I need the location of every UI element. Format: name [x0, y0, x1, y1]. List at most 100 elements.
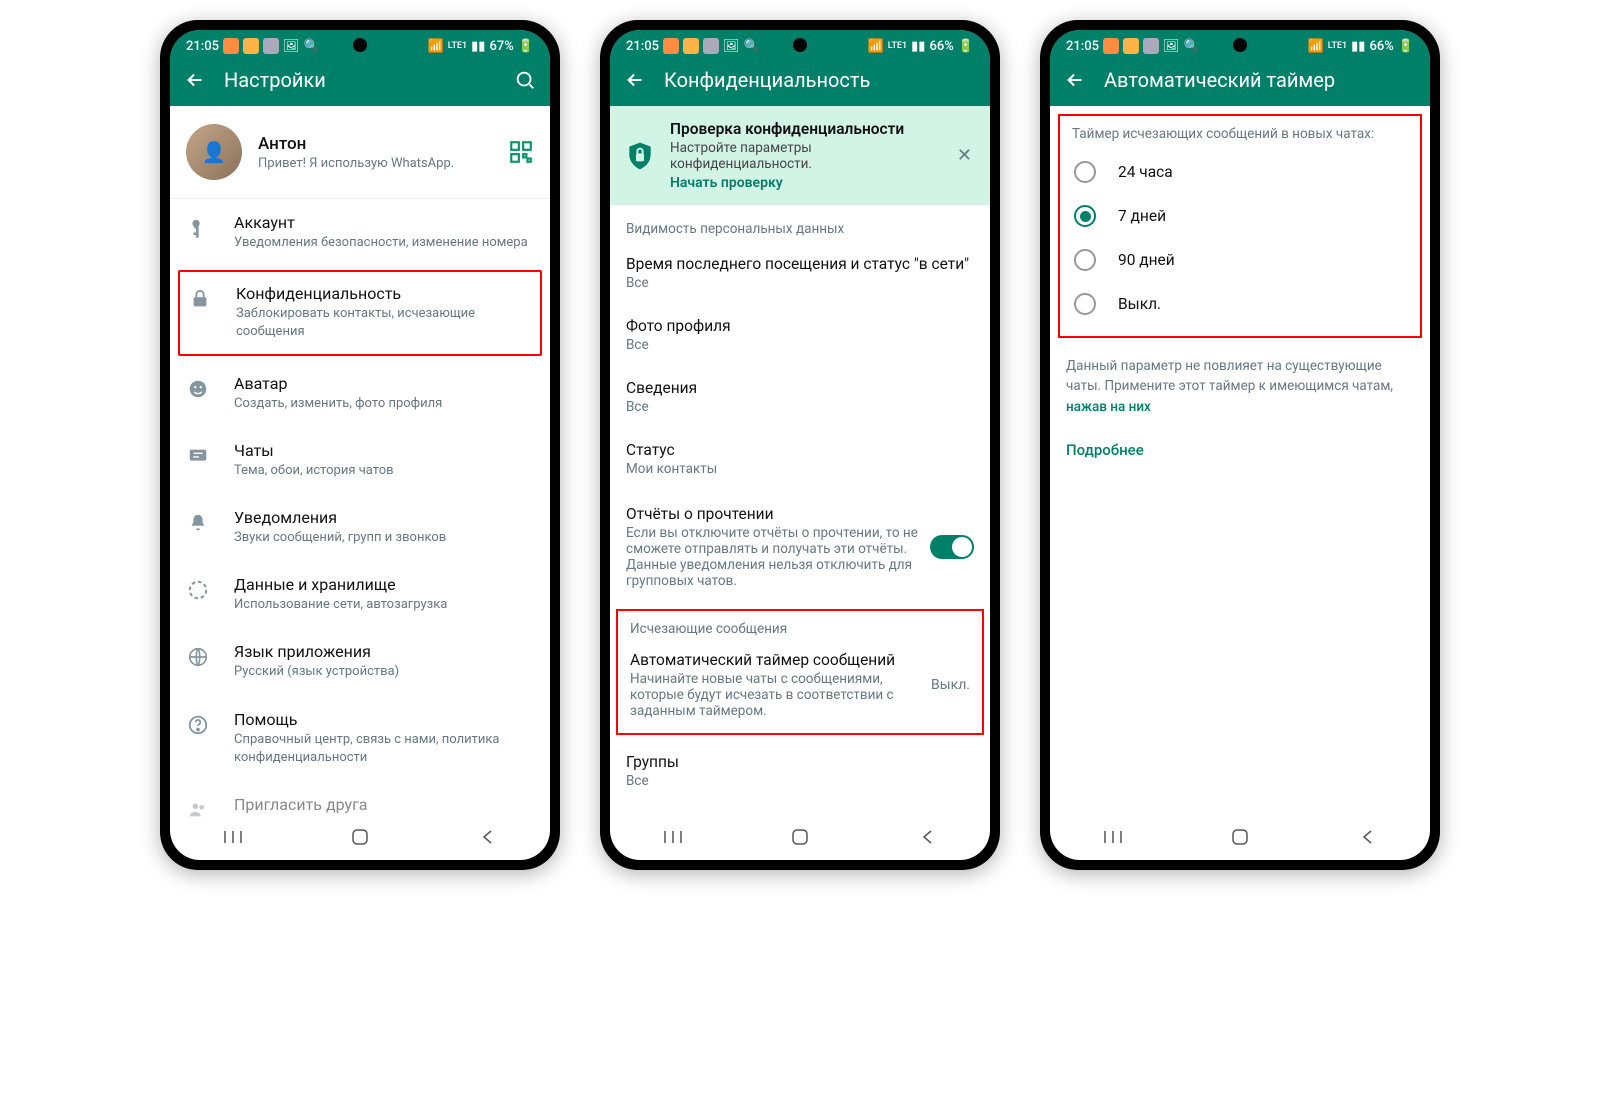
status-icon-3 — [1143, 38, 1159, 54]
banner-action[interactable]: Начать проверку — [670, 175, 939, 191]
people-icon — [186, 799, 210, 818]
avatar[interactable]: 👤 — [186, 124, 242, 180]
pref-about[interactable]: Сведения Все — [610, 367, 990, 429]
close-button[interactable]: ✕ — [953, 141, 976, 170]
status-icon-1 — [663, 38, 679, 54]
item-sub: Заблокировать контакты, исчезающие сообщ… — [236, 305, 532, 341]
back-button[interactable] — [624, 69, 646, 91]
chat-icon — [186, 445, 210, 467]
wifi-icon: 📶 — [428, 39, 444, 54]
pref-title: Группы — [626, 753, 974, 771]
item-notifications[interactable]: Уведомления Звуки сообщений, групп и зво… — [170, 494, 550, 561]
item-title: Помощь — [234, 710, 534, 729]
item-sub: Создать, изменить, фото профиля — [234, 395, 534, 413]
nav-recents[interactable] — [653, 829, 693, 845]
nav-recents[interactable] — [213, 829, 253, 845]
radio-90d[interactable]: 90 дней — [1066, 238, 1414, 282]
navbar — [1050, 818, 1430, 860]
nav-back[interactable] — [467, 828, 507, 846]
radio-label: 24 часа — [1118, 163, 1173, 181]
radio-7d[interactable]: 7 дней — [1066, 194, 1414, 238]
radio-icon[interactable] — [1074, 161, 1096, 183]
pref-readreceipts[interactable]: Отчёты о прочтении Если вы отключите отч… — [610, 491, 990, 603]
content[interactable]: Проверка конфиденциальности Настройте па… — [610, 106, 990, 818]
screen-privacy: 21:05 🖼 🔍 📶 LTE1 ▮▮ 66% 🔋 Конфиденциальн… — [610, 30, 990, 860]
content[interactable]: 👤 Антон Привет! Я использую WhatsApp. Ак… — [170, 106, 550, 818]
battery-pct: 67% — [489, 39, 513, 54]
profile-status: Привет! Я использую WhatsApp. — [258, 156, 492, 171]
pref-lastseen[interactable]: Время последнего посещения и статус "в с… — [610, 243, 990, 305]
nav-home[interactable] — [780, 828, 820, 846]
nav-home[interactable] — [340, 828, 380, 846]
section-disappearing: Исчезающие сообщения — [618, 611, 982, 641]
nav-back[interactable] — [907, 828, 947, 846]
pref-groups[interactable]: Группы Все — [610, 741, 990, 803]
item-sub: Русский (язык устройства) — [234, 663, 534, 681]
pref-title: Автоматический таймер сообщений — [630, 651, 919, 669]
back-button[interactable] — [184, 69, 206, 91]
radio-icon[interactable] — [1074, 205, 1096, 227]
item-avatar[interactable]: Аватар Создать, изменить, фото профиля — [170, 360, 550, 427]
back-button[interactable] — [1064, 69, 1086, 91]
phone-timer: 21:05 🖼 🔍 📶 LTE1 ▮▮ 66% 🔋 Автоматический… — [1040, 20, 1440, 870]
banner-sub: Настройте параметры конфиденциальности. — [670, 140, 939, 172]
section-visibility: Видимость персональных данных — [610, 205, 990, 243]
highlight-timer-options: Таймер исчезающих сообщений в новых чата… — [1058, 114, 1422, 338]
pref-title: Фото профиля — [626, 317, 974, 335]
radio-icon[interactable] — [1074, 293, 1096, 315]
item-storage[interactable]: Данные и хранилище Использование сети, а… — [170, 561, 550, 628]
pref-sub: Начинайте новые чаты с сообщениями, кото… — [630, 671, 919, 719]
profile-row[interactable]: 👤 Антон Привет! Я использую WhatsApp. — [170, 106, 550, 199]
shield-lock-icon — [624, 140, 656, 172]
key-icon — [186, 217, 210, 239]
page-title: Конфиденциальность — [664, 68, 976, 92]
status-icon-search: 🔍 — [1184, 39, 1200, 54]
item-account[interactable]: Аккаунт Уведомления безопасности, измене… — [170, 199, 550, 266]
lock-icon — [188, 288, 212, 310]
item-sub: Тема, обои, история чатов — [234, 462, 534, 480]
learn-more-link[interactable]: Подробнее — [1050, 427, 1430, 473]
bell-icon — [186, 512, 210, 534]
item-help[interactable]: Помощь Справочный центр, связь с нами, п… — [170, 696, 550, 781]
privacy-check-banner[interactable]: Проверка конфиденциальности Настройте па… — [610, 106, 990, 205]
radio-label: 90 дней — [1118, 251, 1175, 269]
battery-icon: 🔋 — [1398, 39, 1414, 54]
battery-pct: 66% — [929, 39, 953, 54]
nav-home[interactable] — [1220, 828, 1260, 846]
radio-label: 7 дней — [1118, 207, 1166, 225]
signal-icon: ▮▮ — [1351, 39, 1365, 54]
radio-off[interactable]: Выкл. — [1066, 282, 1414, 326]
radio-label: Выкл. — [1118, 295, 1161, 313]
pref-title: Статус — [626, 441, 974, 459]
item-language[interactable]: Язык приложения Русский (язык устройства… — [170, 628, 550, 695]
radio-24h[interactable]: 24 часа — [1066, 150, 1414, 194]
item-invite[interactable]: Пригласить друга — [170, 781, 550, 818]
status-icon-image: 🖼 — [1163, 39, 1180, 54]
help-icon — [186, 714, 210, 736]
readreceipts-toggle[interactable] — [930, 535, 974, 559]
content[interactable]: Таймер исчезающих сообщений в новых чата… — [1050, 106, 1430, 818]
pref-autotimer[interactable]: Автоматический таймер сообщений Начинайт… — [618, 641, 982, 729]
status-icon-3 — [703, 38, 719, 54]
banner-title: Проверка конфиденциальности — [670, 120, 939, 138]
pref-status[interactable]: Статус Мои контакты — [610, 429, 990, 491]
item-title: Язык приложения — [234, 642, 534, 661]
status-icon-2 — [1123, 38, 1139, 54]
search-button[interactable] — [514, 69, 536, 91]
nav-back[interactable] — [1347, 828, 1387, 846]
radio-icon[interactable] — [1074, 249, 1096, 271]
camera-hole — [1233, 38, 1247, 52]
pref-value: Все — [626, 337, 974, 353]
timer-note: Данный параметр не повлияет на существую… — [1050, 346, 1430, 427]
item-chats[interactable]: Чаты Тема, обои, история чатов — [170, 427, 550, 494]
profile-name: Антон — [258, 134, 492, 154]
pref-photo[interactable]: Фото профиля Все — [610, 305, 990, 367]
item-privacy[interactable]: Конфиденциальность Заблокировать контакт… — [180, 272, 540, 353]
wifi-icon: 📶 — [868, 39, 884, 54]
item-title: Конфиденциальность — [236, 284, 532, 303]
qr-button[interactable] — [508, 139, 534, 165]
appbar: Конфиденциальность — [610, 58, 990, 106]
nav-recents[interactable] — [1093, 829, 1133, 845]
item-sub: Звуки сообщений, групп и звонков — [234, 529, 534, 547]
note-link[interactable]: нажав на них — [1066, 399, 1151, 415]
